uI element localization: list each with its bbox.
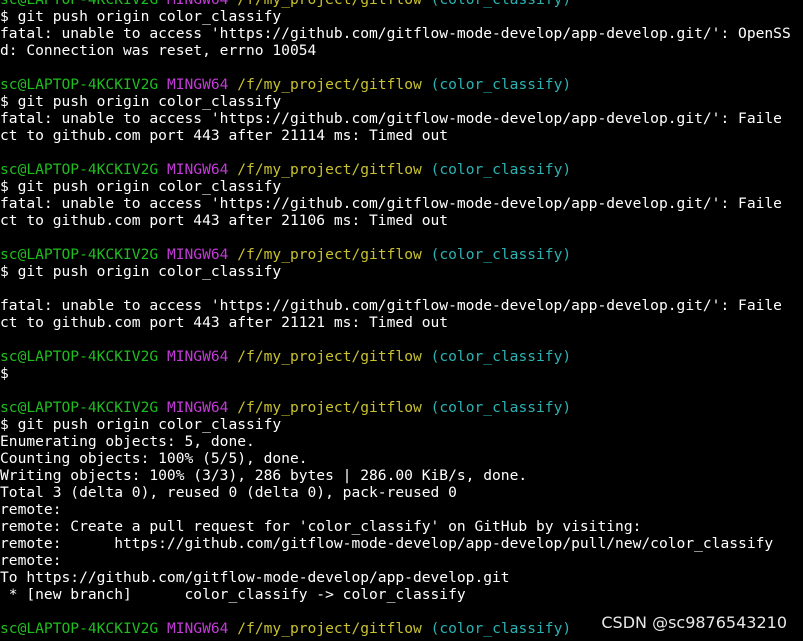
user-host: sc@LAPTOP-4KCKIV2G [0,246,159,263]
user-host: sc@LAPTOP-4KCKIV2G [0,620,159,637]
prompt-path: /f/my_project/gitflow [237,620,422,637]
output-line: $ git push origin color_classify [0,8,282,25]
user-host: sc@LAPTOP-4KCKIV2G [0,76,159,93]
branch-label: (color_classify) [431,0,572,8]
mingw-label: MINGW64 [166,348,229,365]
mingw-label: MINGW64 [167,0,229,8]
output-line: Counting objects: 100% (5/5), done. [0,450,308,467]
prompt-line: sc@LAPTOP-4KCKIV2G MINGW64 /f/my_project… [0,399,803,416]
output-line: ct to github.com port 443 after 21106 ms… [0,212,449,229]
output-line: fatal: unable to access 'https://github.… [0,25,791,42]
output-line: $ [0,365,9,382]
user-host: sc@LAPTOP-4KCKIV2G [0,399,159,416]
branch-label: (color_classify) [430,76,572,93]
mingw-label: MINGW64 [166,161,229,178]
branch-label: (color_classify) [430,348,572,365]
prompt-line: sc@LAPTOP-4KCKIV2G MINGW64 /f/my_project… [0,161,803,178]
prompt-path: /f/my_project/gitflow [237,399,422,416]
output-line: remote: Create a pull request for 'color… [0,518,642,535]
output-line: Writing objects: 100% (3/3), 286 bytes |… [0,467,528,484]
output-line: Enumerating objects: 5, done. [0,433,255,450]
mingw-label: MINGW64 [166,76,229,93]
mingw-label: MINGW64 [166,399,229,416]
output-line: $ git push origin color_classify [0,178,282,195]
output-line: * [new branch] color_classify -> color_c… [0,586,466,603]
output-line: Total 3 (delta 0), reused 0 (delta 0), p… [0,484,457,501]
output-line: To https://github.com/gitflow-mode-devel… [0,569,510,586]
prompt-path: /f/my_project/gitflow [237,76,422,93]
output-line: remote: https://github.com/gitflow-mode-… [0,535,774,552]
output-line: ct to github.com port 443 after 21114 ms… [0,127,449,144]
mingw-label: MINGW64 [166,620,229,637]
branch-label: (color_classify) [430,161,572,178]
prompt-path: /f/my_project/gitflow [237,0,422,8]
output-line: $ git push origin color_classify [0,416,282,433]
output-line: d: Connection was reset, errno 10054 [0,42,317,59]
output-line: ct to github.com port 443 after 21121 ms… [0,314,449,331]
csdn-watermark: CSDN @sc9876543210 [601,613,787,632]
output-line: fatal: unable to access 'https://github.… [0,297,782,314]
prompt-line: sc@LAPTOP-4KCKIV2G MINGW64 /f/my_project… [0,348,803,365]
user-host: sc@LAPTOP-4KCKIV2G [0,348,159,365]
output-line: $ git push origin color_classify [0,93,282,110]
output-line: fatal: unable to access 'https://github.… [0,195,782,212]
prompt-line: sc@LAPTOP-4KCKIV2G MINGW64 /f/my_project… [0,0,803,8]
prompt-path: /f/my_project/gitflow [237,161,422,178]
output-line: fatal: unable to access 'https://github.… [0,110,782,127]
user-host: sc@LAPTOP-4KCKIV2G [0,161,159,178]
user-host: sc@LAPTOP-4KCKIV2G [0,0,158,8]
terminal-window[interactable]: sc@LAPTOP-4KCKIV2G MINGW64 /f/my_project… [0,0,803,641]
output-line: remote: [0,552,62,569]
prompt-path: /f/my_project/gitflow [237,246,422,263]
mingw-label: MINGW64 [166,246,229,263]
prompt-path: /f/my_project/gitflow [237,348,422,365]
branch-label: (color_classify) [430,246,572,263]
output-line: $ git push origin color_classify [0,263,282,280]
output-line: remote: [0,501,62,518]
prompt-line: sc@LAPTOP-4KCKIV2G MINGW64 /f/my_project… [0,246,803,263]
branch-label: (color_classify) [430,620,572,637]
branch-label: (color_classify) [430,399,572,416]
prompt-line: sc@LAPTOP-4KCKIV2G MINGW64 /f/my_project… [0,76,803,93]
